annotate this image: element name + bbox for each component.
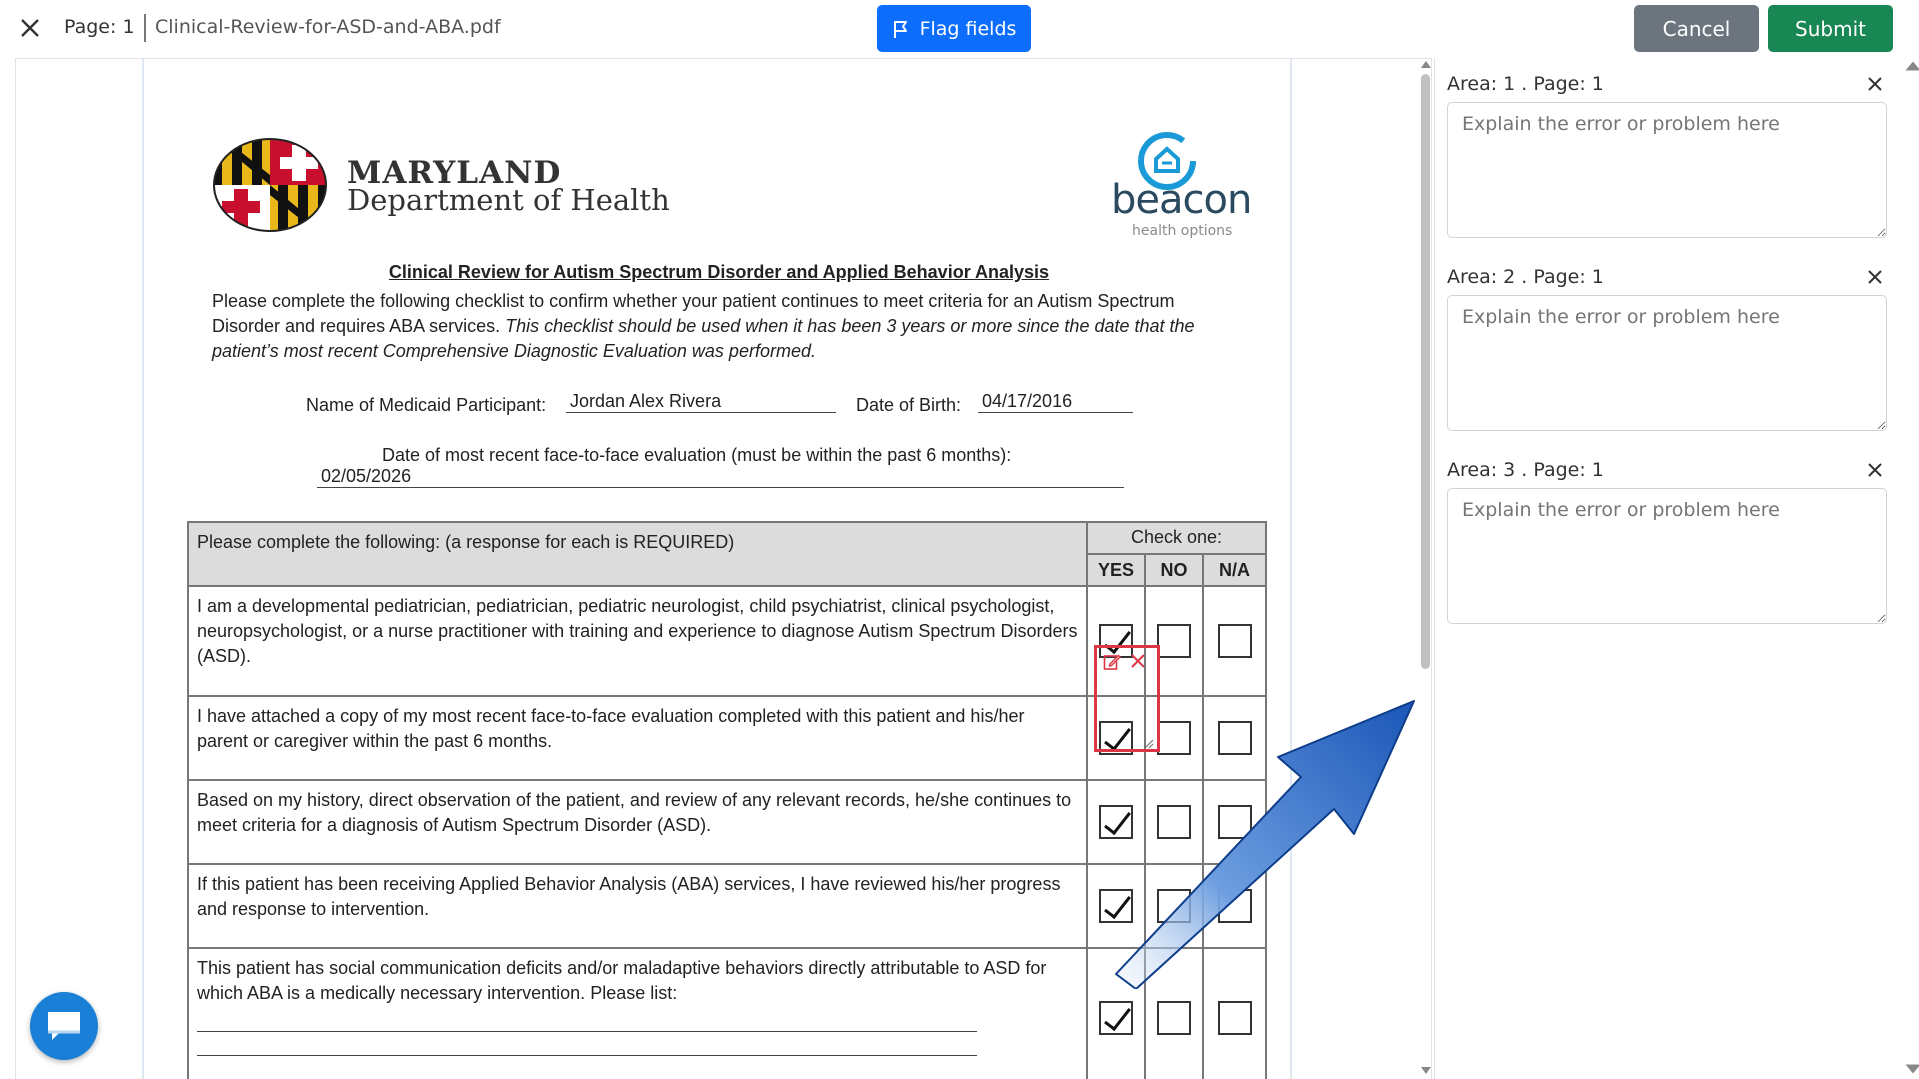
area-comment-input[interactable] xyxy=(1447,102,1887,238)
na-checkbox[interactable] xyxy=(1217,1001,1252,1035)
no-checkbox[interactable] xyxy=(1157,624,1191,658)
scroll-down-icon[interactable] xyxy=(1903,1063,1919,1075)
document-heading: Clinical Review for Autism Spectrum Diso… xyxy=(388,262,1050,282)
close-icon[interactable] xyxy=(18,16,42,40)
yes-cell xyxy=(1086,585,1146,697)
area-comment-input[interactable] xyxy=(1447,295,1887,431)
delete-icon[interactable] xyxy=(1130,653,1146,669)
dob-field[interactable]: 04/17/2016 xyxy=(978,391,1133,413)
edit-icon[interactable] xyxy=(1103,653,1121,671)
question-text: I am a developmental pediatrician, pedia… xyxy=(187,585,1088,697)
participant-label: Name of Medicaid Participant: xyxy=(306,395,547,415)
side-panel-scrollbar[interactable] xyxy=(1899,58,1919,1079)
submit-button[interactable]: Submit xyxy=(1768,5,1893,52)
yes-checkbox[interactable] xyxy=(1099,1001,1133,1035)
top-bar: Page: 1 Clinical-Review-for-ASD-and-ABA.… xyxy=(0,0,1919,58)
dob-label: Date of Birth: xyxy=(856,395,962,415)
table-header-row: Please complete the following: (a respon… xyxy=(187,521,1267,587)
answer-line[interactable] xyxy=(197,1032,977,1056)
scroll-up-icon[interactable] xyxy=(1421,61,1431,68)
no-cell xyxy=(1144,585,1204,697)
chat-icon xyxy=(48,1012,80,1040)
table-instruction: Please complete the following: (a respon… xyxy=(187,521,1088,587)
flag-icon xyxy=(893,20,907,38)
scroll-down-icon[interactable] xyxy=(1421,1067,1431,1074)
arrow-annotation xyxy=(1115,700,1415,989)
area-title: Area: 2 . Page: 1 xyxy=(1447,266,1604,288)
flag-fields-label: Flag fields xyxy=(919,17,1017,40)
document-intro: Please complete the following checklist … xyxy=(212,289,1212,364)
pdf-viewer[interactable]: MARYLAND Department of Health beacon hea… xyxy=(15,58,1432,1079)
flag-area-item: Area: 1 . Page: 1 xyxy=(1447,70,1887,242)
maryland-flag-logo xyxy=(213,138,327,232)
col-yes: YES xyxy=(1086,553,1146,587)
page-indicator: Page: 1 xyxy=(64,16,135,38)
chat-button[interactable] xyxy=(30,992,98,1060)
file-name: Clinical-Review-for-ASD-and-ABA.pdf xyxy=(155,16,501,38)
scrollbar-thumb[interactable] xyxy=(1421,74,1430,669)
eval-date-field[interactable]: 02/05/2026 xyxy=(317,466,1124,488)
org-name-line2: Department of Health xyxy=(347,183,670,217)
scroll-up-icon[interactable] xyxy=(1903,60,1919,72)
no-checkbox[interactable] xyxy=(1157,1001,1191,1035)
question-text: I have attached a copy of my most recent… xyxy=(187,695,1088,781)
answer-line[interactable] xyxy=(197,1056,977,1079)
participant-field[interactable]: Jordan Alex Rivera xyxy=(566,391,836,413)
viewer-scrollbar[interactable] xyxy=(1417,59,1431,1079)
table-row: I am a developmental pediatrician, pedia… xyxy=(187,585,1267,697)
question-text: This patient has social communication de… xyxy=(197,958,1047,1003)
beacon-wordmark: beacon xyxy=(1111,177,1252,223)
beacon-tagline: health options xyxy=(1132,223,1233,239)
area-comment-input[interactable] xyxy=(1447,488,1887,624)
divider xyxy=(144,14,146,42)
flag-area-item: Area: 2 . Page: 1 xyxy=(1447,263,1887,435)
close-icon[interactable] xyxy=(1865,460,1885,480)
flag-area-item: Area: 3 . Page: 1 xyxy=(1447,456,1887,628)
answer-line[interactable] xyxy=(197,1014,977,1032)
flag-side-panel: Area: 1 . Page: 1 Area: 2 . Page: 1 Area… xyxy=(1434,58,1899,1079)
na-checkbox[interactable] xyxy=(1217,624,1252,658)
question-cell: This patient has social communication de… xyxy=(187,947,1088,1079)
check-one-header: Check one: xyxy=(1086,521,1267,555)
area-title: Area: 1 . Page: 1 xyxy=(1447,73,1604,95)
na-cell xyxy=(1202,585,1267,697)
col-no: NO xyxy=(1144,553,1204,587)
flag-fields-button[interactable]: Flag fields xyxy=(877,5,1031,52)
close-icon[interactable] xyxy=(1865,267,1885,287)
close-icon[interactable] xyxy=(1865,74,1885,94)
col-na: N/A xyxy=(1202,553,1267,587)
question-text: If this patient has been receiving Appli… xyxy=(187,863,1088,949)
area-title: Area: 3 . Page: 1 xyxy=(1447,459,1604,481)
question-text: Based on my history, direct observation … xyxy=(187,779,1088,865)
cancel-button[interactable]: Cancel xyxy=(1634,5,1759,52)
eval-date-label: Date of most recent face-to-face evaluat… xyxy=(382,445,1012,465)
